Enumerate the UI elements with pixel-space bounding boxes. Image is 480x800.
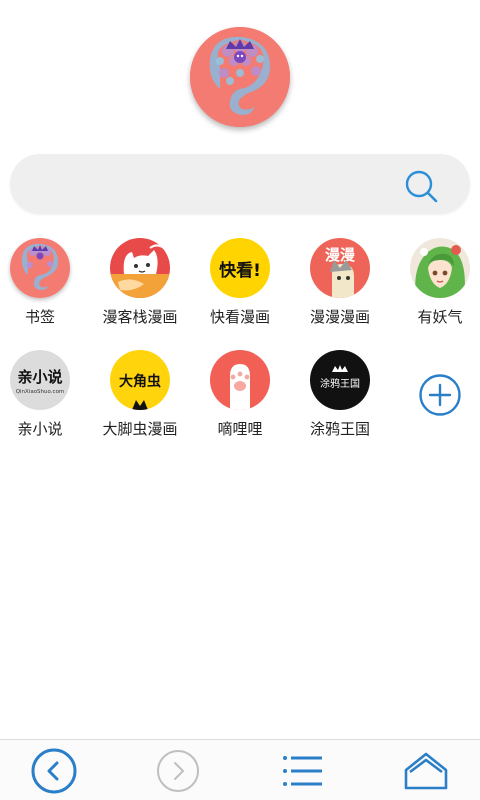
qinxiaoshuo-logo-text: 亲小说: [17, 368, 62, 386]
manman-logo-text: 漫漫: [325, 246, 356, 264]
kuaikan-logo-text: 快看!: [219, 260, 261, 281]
bookmark-item-kuaikan[interactable]: 快看! 快看漫画: [190, 238, 290, 348]
green-hair-girl-icon: [410, 238, 470, 298]
list-menu-icon: [283, 756, 322, 786]
app-logo-icon: [190, 27, 290, 127]
home-icon: [404, 752, 448, 790]
search-icon[interactable]: [403, 168, 439, 204]
back-button[interactable]: [30, 748, 78, 794]
bookmark-label: 嘀哩哩: [217, 420, 263, 438]
bookmark-label: 快看漫画: [209, 308, 270, 326]
browser-home-page: 书签 漫客栈漫画 快看! 快看漫画 漫漫 漫漫漫画 有妖气 亲小说 QinXia…: [0, 0, 480, 800]
manman-logo-icon: 漫漫: [310, 238, 370, 298]
bookmark-item-tuya[interactable]: 涂鸦王国 涂鸦王国: [290, 350, 390, 460]
bottom-navigation-bar: [0, 739, 480, 800]
bookmark-item-dilili[interactable]: 嘀哩哩: [190, 350, 290, 460]
kuaikan-logo-icon: 快看!: [210, 238, 270, 298]
qinxiaoshuo-logo-icon: 亲小说 QinXiaoShuo.com: [10, 350, 70, 410]
search-bar[interactable]: [10, 154, 470, 216]
bookmark-label: 书签: [24, 308, 55, 326]
tuya-logo-icon: 涂鸦王国: [310, 350, 370, 410]
bookmark-item-mankezhan[interactable]: 漫客栈漫画: [90, 238, 190, 348]
back-arrow-icon: [31, 748, 77, 794]
app-logo: [190, 27, 290, 127]
bookmark-item-dajiaochong[interactable]: 大角虫 大脚虫漫画: [90, 350, 190, 460]
dajiaochong-logo-text: 大角虫: [119, 373, 161, 390]
paw-icon: [210, 350, 270, 410]
dajiaochong-logo-icon: 大角虫: [110, 350, 170, 410]
bookmark-item-qinxiaoshuo[interactable]: 亲小说 QinXiaoShuo.com 亲小说: [0, 350, 90, 460]
bookmark-label: 大脚虫漫画: [102, 420, 178, 438]
cat-mascot-icon: [110, 238, 170, 298]
search-input[interactable]: [34, 154, 398, 216]
home-button[interactable]: [402, 748, 450, 794]
bookmark-label: 涂鸦王国: [309, 420, 370, 438]
forward-arrow-icon: [157, 750, 199, 792]
qinxiaoshuo-logo-subtext: QinXiaoShuo.com: [16, 389, 65, 395]
bookmark-label: 有妖气: [417, 308, 463, 326]
bookmark-item-shuqian[interactable]: 书签: [0, 238, 90, 348]
add-bookmark-button[interactable]: [418, 373, 462, 417]
forward-button[interactable]: [154, 748, 202, 794]
bookmark-label: 亲小说: [17, 420, 63, 438]
bookmark-logo-icon: [10, 238, 70, 298]
tuya-logo-text: 涂鸦王国: [320, 377, 360, 390]
bookmark-item-manman[interactable]: 漫漫 漫漫漫画: [290, 238, 390, 348]
menu-button[interactable]: [278, 748, 326, 794]
bookmark-label: 漫客栈漫画: [102, 308, 178, 326]
bookmark-label: 漫漫漫画: [309, 308, 370, 326]
bookmark-item-youyaoqi[interactable]: 有妖气: [390, 238, 480, 348]
